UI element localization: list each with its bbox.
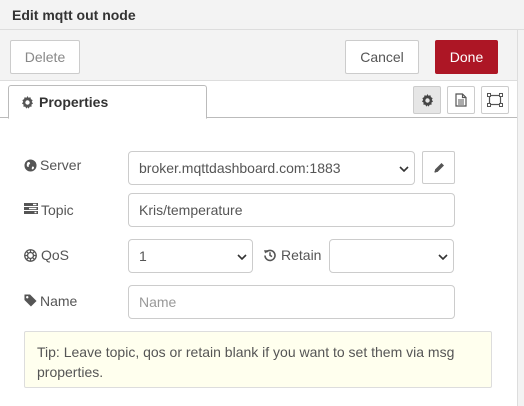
name-input[interactable]: Name [128,285,455,319]
history-icon [264,249,276,262]
tab-button-description[interactable] [447,86,475,114]
edit-node-tray: Edit mqtt out node Delete Cancel Done Pr… [0,0,524,406]
chevron-down-icon [438,254,448,260]
tray-title: Edit mqtt out node [12,7,136,23]
chevron-down-icon [237,254,247,260]
topic-label: Topic [41,202,74,218]
retain-select[interactable] [329,239,454,273]
qos-label: QoS [41,247,70,263]
delete-button[interactable]: Delete [10,40,80,74]
gear-icon [421,93,433,107]
topic-value: Kris/temperature [139,202,243,218]
tab-button-settings[interactable] [413,86,441,114]
qos-value: 1 [139,248,147,264]
tasks-icon [24,203,38,214]
tip-text: Tip: Leave topic, qos or retain blank if… [37,344,455,380]
tab-button-appearance[interactable] [481,86,509,114]
tab-properties-label: Properties [39,94,109,110]
server-label: Server [40,157,82,173]
done-button[interactable]: Done [435,40,498,74]
name-placeholder: Name [139,294,177,310]
name-label: Name [40,293,78,309]
tray-header: Edit mqtt out node [0,0,524,30]
cancel-button[interactable]: Cancel [345,40,419,74]
gear-icon [21,96,34,109]
globe-icon [24,159,37,172]
tip-box: Tip: Leave topic, qos or retain blank if… [24,331,492,388]
tag-icon [24,294,37,307]
server-select[interactable]: broker.mqttdashboard.com:1883 [128,151,415,185]
server-value: broker.mqttdashboard.com:1883 [139,160,341,176]
retain-label: Retain [281,247,322,263]
edit-server-button[interactable] [422,151,455,184]
topic-input[interactable]: Kris/temperature [128,193,455,227]
tray-toolbar: Delete Cancel Done [0,30,524,81]
appearance-icon [487,93,503,107]
document-icon [455,93,467,107]
tab-bar: Properties [0,81,517,119]
chevron-down-icon [399,166,409,172]
qos-select[interactable]: 1 [128,239,253,273]
empire-icon [24,249,37,262]
pencil-icon [434,162,444,172]
tray-resize-edge[interactable] [517,30,524,406]
tab-properties[interactable]: Properties [8,85,207,119]
